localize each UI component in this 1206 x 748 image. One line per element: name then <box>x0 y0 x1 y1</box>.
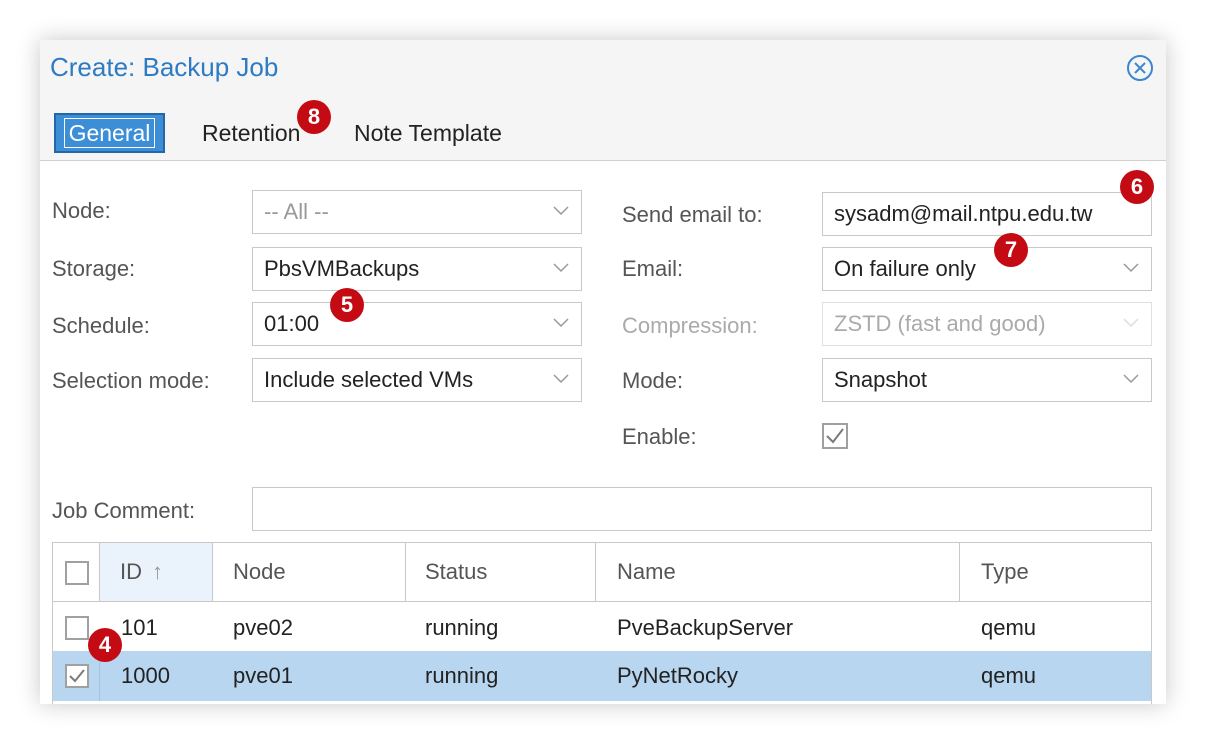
enable-checkbox[interactable] <box>822 423 848 449</box>
tab-general[interactable]: General <box>54 113 165 153</box>
annotation-badge-4: 4 <box>88 628 122 662</box>
col-name-label[interactable]: Name <box>617 557 676 587</box>
schedule-select-value: 01:00 <box>264 311 320 336</box>
close-icon[interactable] <box>1125 53 1155 83</box>
vm-grid: ID ↑ Node Status Name Type 101 pve02 run… <box>52 542 1152 704</box>
table-row[interactable]: 101 pve02 running PveBackupServer qemu <box>53 603 1151 653</box>
send-email-label: Send email to: <box>622 202 763 227</box>
selection-mode-select-value: Include selected VMs <box>264 367 474 392</box>
annotation-badge-5: 5 <box>330 288 364 322</box>
chevron-down-icon <box>553 263 569 273</box>
cell-type: qemu <box>981 615 1037 640</box>
col-node-label[interactable]: Node <box>233 557 286 587</box>
schedule-label: Schedule: <box>52 313 150 338</box>
storage-select[interactable]: PbsVMBackups <box>252 247 582 291</box>
mode-label: Mode: <box>622 368 684 393</box>
tab-general-label: General <box>63 118 156 148</box>
storage-select-value: PbsVMBackups <box>264 256 420 281</box>
storage-label: Storage: <box>52 256 136 281</box>
annotation-badge-6: 6 <box>1120 170 1154 204</box>
dialog-header: Create: Backup Job General Retention Not… <box>40 40 1166 161</box>
create-backup-job-dialog: Create: Backup Job General Retention Not… <box>40 40 1166 704</box>
cell-node: pve02 <box>233 615 293 640</box>
sort-ascending-icon: ↑ <box>152 559 163 584</box>
tab-retention[interactable]: Retention <box>202 114 300 152</box>
row-checkbox[interactable] <box>65 616 89 640</box>
node-select-value: -- All -- <box>264 199 329 224</box>
job-comment-input[interactable] <box>252 487 1152 531</box>
selection-mode-label: Selection mode: <box>52 368 210 393</box>
compression-select: ZSTD (fast and good) <box>822 302 1152 346</box>
compression-label: Compression: <box>622 313 758 338</box>
send-email-value: sysadm@mail.ntpu.edu.tw <box>834 201 1093 226</box>
dialog-title: Create: Backup Job <box>50 52 279 82</box>
node-select[interactable]: -- All -- <box>252 190 582 234</box>
select-all-checkbox[interactable] <box>65 561 89 585</box>
table-row-selected[interactable]: 1000 pve01 running PyNetRocky qemu <box>53 651 1151 701</box>
cell-id: 1000 <box>121 663 170 688</box>
vm-grid-header: ID ↑ Node Status Name Type <box>53 543 1151 602</box>
mode-select-value: Snapshot <box>834 367 927 392</box>
cell-name: PyNetRocky <box>617 663 739 688</box>
cell-node: pve01 <box>233 663 293 688</box>
tab-note-template[interactable]: Note Template <box>354 114 502 152</box>
chevron-down-icon <box>1123 263 1139 273</box>
cell-id: 101 <box>121 615 158 640</box>
node-label: Node: <box>52 198 111 223</box>
enable-label: Enable: <box>622 424 697 449</box>
email-label: Email: <box>622 256 684 281</box>
schedule-select[interactable]: 01:00 <box>252 302 582 346</box>
email-select[interactable]: On failure only <box>822 247 1152 291</box>
send-email-input[interactable]: sysadm@mail.ntpu.edu.tw <box>822 192 1152 236</box>
id-column-header[interactable]: ID ↑ <box>100 543 212 601</box>
selection-mode-select[interactable]: Include selected VMs <box>252 358 582 402</box>
annotation-badge-7: 7 <box>994 233 1028 267</box>
row-checkbox-checked[interactable] <box>65 664 89 688</box>
compression-select-value: ZSTD (fast and good) <box>834 311 1046 336</box>
mode-select[interactable]: Snapshot <box>822 358 1152 402</box>
chevron-down-icon <box>553 318 569 328</box>
chevron-down-icon <box>1123 318 1139 328</box>
cell-status: running <box>425 615 499 640</box>
cell-name: PveBackupServer <box>617 615 794 640</box>
annotation-badge-8: 8 <box>297 100 331 134</box>
col-status-label[interactable]: Status <box>425 557 487 587</box>
col-id-label: ID <box>120 559 142 584</box>
col-type-label[interactable]: Type <box>981 557 1029 587</box>
cell-status: running <box>425 663 499 688</box>
email-select-value: On failure only <box>834 256 976 281</box>
chevron-down-icon <box>553 206 569 216</box>
cell-type: qemu <box>981 663 1037 688</box>
chevron-down-icon <box>1123 374 1139 384</box>
job-comment-label: Job Comment: <box>52 498 196 523</box>
chevron-down-icon <box>553 374 569 384</box>
